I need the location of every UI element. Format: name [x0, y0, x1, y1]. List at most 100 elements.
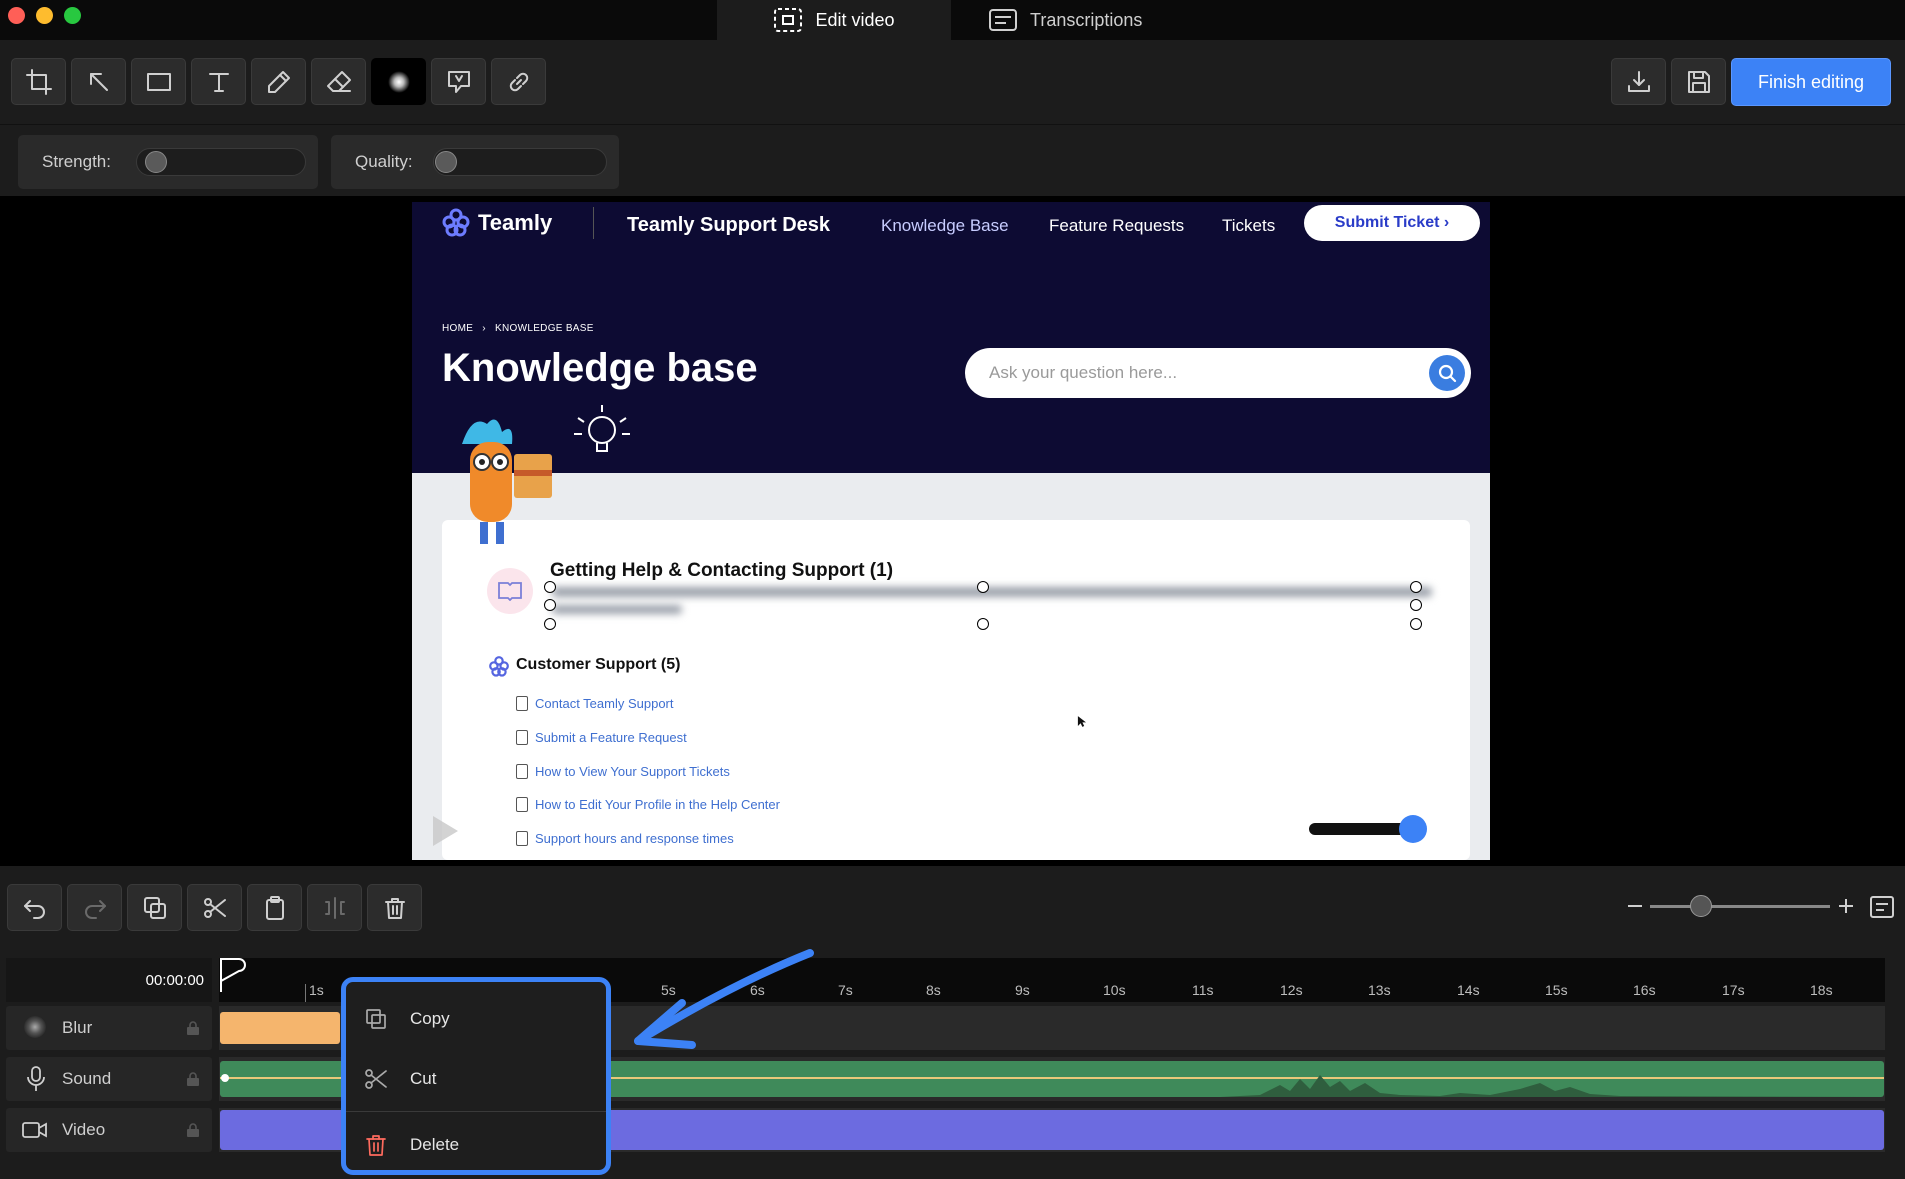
- finish-editing-button[interactable]: Finish editing: [1731, 58, 1891, 106]
- blur-resize-handle-top-right[interactable]: [1410, 581, 1422, 593]
- redo-button[interactable]: [67, 884, 122, 931]
- track-label-sound[interactable]: Sound: [6, 1057, 212, 1101]
- tab-edit-video-label: Edit video: [815, 9, 895, 30]
- nav-tickets[interactable]: Tickets: [1222, 216, 1275, 236]
- blur-resize-handle-bottom-right[interactable]: [1410, 618, 1422, 630]
- mouse-cursor-icon: [1077, 716, 1086, 727]
- strength-slider-knob[interactable]: [145, 151, 167, 173]
- close-window-button[interactable]: [8, 7, 25, 24]
- kb-link-support-hours[interactable]: Support hours and response times: [535, 831, 734, 846]
- copy-icon: [366, 1009, 386, 1029]
- tool-settings-bar: Strength: Quality:: [0, 124, 1905, 196]
- blurred-text-region: [552, 587, 1432, 597]
- track-name: Sound: [62, 1069, 112, 1088]
- trash-icon: [366, 1135, 386, 1156]
- menu-divider: [346, 1111, 606, 1112]
- menu-item-cut[interactable]: Cut: [346, 1052, 606, 1106]
- paste-button[interactable]: [247, 884, 302, 931]
- cut-button[interactable]: [187, 884, 242, 931]
- tick-label: 1s: [309, 982, 324, 998]
- video-preview[interactable]: Teamly Teamly Support Desk Knowledge Bas…: [412, 202, 1490, 860]
- lock-icon[interactable]: [186, 1122, 200, 1138]
- split-button[interactable]: [307, 884, 362, 931]
- kb-link-submit-feature[interactable]: Submit a Feature Request: [535, 730, 687, 745]
- save-button[interactable]: [1671, 58, 1726, 105]
- save-icon: [1687, 70, 1710, 93]
- document-icon: [516, 831, 528, 846]
- kb-link-view-tickets[interactable]: How to View Your Support Tickets: [535, 764, 730, 779]
- zoom-in-icon[interactable]: [1838, 898, 1854, 914]
- blur-resize-handle-mid-left[interactable]: [544, 599, 556, 611]
- preview-site-nav: Teamly Teamly Support Desk Knowledge Bas…: [412, 202, 1490, 262]
- editing-toolbar: Finish editing: [0, 40, 1905, 124]
- kb-search-button[interactable]: [1429, 355, 1465, 391]
- callout-icon: [447, 70, 470, 93]
- blur-clip[interactable]: [220, 1012, 340, 1044]
- blur-resize-handle-bottom-left[interactable]: [544, 618, 556, 630]
- submit-ticket-button[interactable]: Submit Ticket ›: [1304, 205, 1480, 241]
- zoom-slider-knob[interactable]: [1690, 895, 1712, 917]
- nav-knowledge-base[interactable]: Knowledge Base: [881, 216, 1009, 236]
- track-label-blur[interactable]: Blur: [6, 1006, 212, 1050]
- crop-tool-button[interactable]: [11, 58, 66, 105]
- kb-search-bar[interactable]: Ask your question here...: [965, 348, 1471, 398]
- download-icon: [1627, 70, 1650, 92]
- microphone-icon: [27, 1066, 45, 1091]
- quality-slider[interactable]: [433, 148, 607, 176]
- lock-icon[interactable]: [186, 1020, 200, 1036]
- play-icon[interactable]: [430, 814, 460, 848]
- zoom-window-button[interactable]: [64, 7, 81, 24]
- blur-resize-handle-top-left[interactable]: [544, 581, 556, 593]
- text-tool-button[interactable]: [191, 58, 246, 105]
- eraser-tool-button[interactable]: [311, 58, 366, 105]
- text-icon: [208, 72, 229, 92]
- quality-setting: Quality:: [331, 135, 619, 189]
- arrow-icon: [89, 72, 108, 91]
- zoom-slider-track[interactable]: [1650, 905, 1830, 908]
- lock-icon[interactable]: [186, 1071, 200, 1087]
- tick-label: 13s: [1368, 982, 1391, 998]
- section1-title[interactable]: Getting Help & Contacting Support (1): [550, 560, 893, 582]
- fit-timeline-icon[interactable]: [1870, 896, 1894, 918]
- pencil-tool-button[interactable]: [251, 58, 306, 105]
- clip-context-menu: Copy Cut Delete: [341, 977, 611, 1175]
- undo-button[interactable]: [7, 884, 62, 931]
- section2-title[interactable]: Customer Support (5): [516, 656, 680, 674]
- site-title: Teamly Support Desk: [627, 214, 831, 236]
- document-icon: [516, 730, 528, 745]
- zoom-out-button[interactable]: [1628, 905, 1642, 907]
- tab-transcriptions[interactable]: Transcriptions: [988, 0, 1208, 40]
- menu-item-copy[interactable]: Copy: [346, 992, 606, 1046]
- blur-resize-handle-mid-right[interactable]: [1410, 599, 1422, 611]
- quality-slider-knob[interactable]: [435, 151, 457, 173]
- blur-resize-handle-bottom-center[interactable]: [977, 618, 989, 630]
- tab-edit-video[interactable]: Edit video: [717, 0, 951, 40]
- nav-feature-requests[interactable]: Feature Requests: [1049, 216, 1184, 236]
- kb-link-contact-support[interactable]: Contact Teamly Support: [535, 696, 674, 711]
- trash-icon: [384, 897, 405, 919]
- volume-slider-knob[interactable]: [1399, 815, 1427, 843]
- playhead-icon[interactable]: [219, 958, 249, 992]
- menu-item-delete[interactable]: Delete: [346, 1118, 606, 1172]
- strength-label: Strength:: [42, 152, 111, 171]
- duplicate-button[interactable]: [127, 884, 182, 931]
- rectangle-tool-button[interactable]: [131, 58, 186, 105]
- link-tool-button[interactable]: [491, 58, 546, 105]
- arrow-tool-button[interactable]: [71, 58, 126, 105]
- document-icon: [516, 797, 528, 812]
- rectangle-icon: [146, 72, 171, 91]
- breadcrumb-home[interactable]: HOME: [442, 323, 473, 334]
- minimize-window-button[interactable]: [36, 7, 53, 24]
- blur-tool-button[interactable]: [371, 58, 426, 105]
- kb-link-edit-profile[interactable]: How to Edit Your Profile in the Help Cen…: [535, 797, 780, 812]
- blur-icon: [387, 70, 410, 93]
- delete-clip-button[interactable]: [367, 884, 422, 931]
- timeline-panel: 00:00:00 1s 5s 6s 7s 8s 9s 10s 11s 12s 1…: [0, 950, 1905, 1179]
- blur-resize-handle-top-center[interactable]: [977, 581, 989, 593]
- callout-tool-button[interactable]: [431, 58, 486, 105]
- kb-search-input[interactable]: Ask your question here...: [989, 363, 1177, 383]
- download-button[interactable]: [1611, 58, 1666, 105]
- timeline-toolbar: [0, 866, 1905, 950]
- video-camera-icon: [22, 1122, 47, 1138]
- track-label-video[interactable]: Video: [6, 1108, 212, 1152]
